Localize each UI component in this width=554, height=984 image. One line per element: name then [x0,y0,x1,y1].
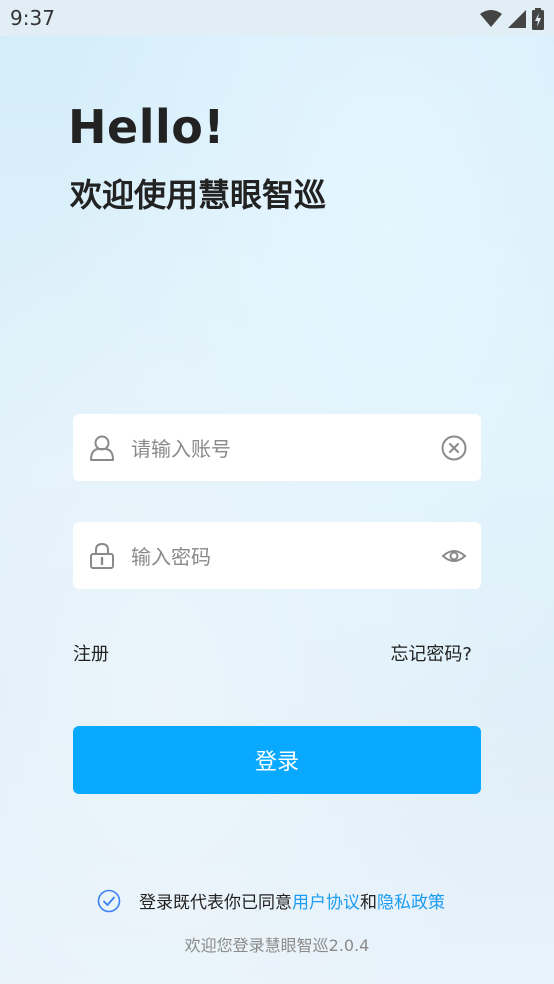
account-input[interactable] [129,414,423,483]
status-icons [480,8,544,30]
clear-icon[interactable] [441,435,467,461]
login-button[interactable]: 登录 [73,726,481,794]
signal-icon [508,10,526,28]
agreement-checkbox-icon[interactable] [97,889,121,913]
battery-charging-icon [532,8,544,30]
agreement-prefix: 登录既代表你已同意 [139,893,292,913]
agreement-row: 登录既代表你已同意 用户协议 和 隐私政策 [97,888,445,913]
user-icon [90,435,114,461]
password-field[interactable] [73,522,481,591]
eye-icon[interactable] [441,543,467,569]
account-field[interactable] [73,414,481,483]
greeting-title: Hello! [68,100,225,154]
lock-icon [90,542,114,569]
version-text: 欢迎您登录慧眼智巡2.0.4 [184,936,370,955]
wifi-icon [480,10,502,27]
status-bar: 9:37 [0,0,554,36]
welcome-subtitle: 欢迎使用慧眼智巡 [70,176,327,214]
privacy-policy-link[interactable]: 隐私政策 [377,888,445,913]
forgot-password-link[interactable]: 忘记密码? [390,640,472,666]
password-input[interactable] [129,522,423,591]
register-link[interactable]: 注册 [73,640,109,666]
status-time: 9:37 [10,6,55,30]
user-agreement-link[interactable]: 用户协议 [292,888,360,913]
agreement-and: 和 [360,893,377,913]
